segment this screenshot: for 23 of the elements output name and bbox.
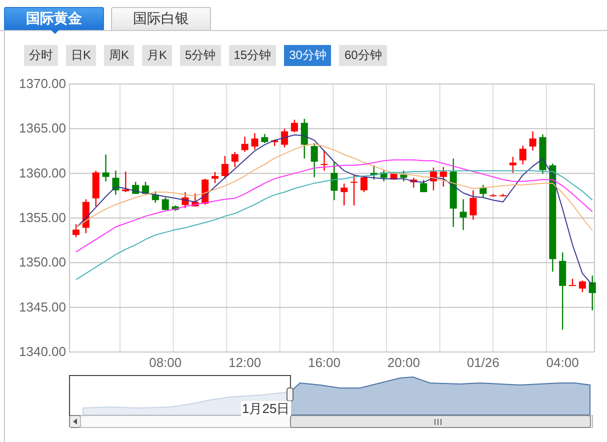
axis-label: 1345.00 [19, 299, 66, 314]
period-button[interactable]: 日K [66, 45, 96, 66]
axis-label: 20:00 [387, 355, 420, 370]
axis-label: 08:00 [149, 355, 182, 370]
axis-label: 1340.00 [19, 344, 66, 359]
axis-label: 01/26 [466, 355, 500, 370]
period-button[interactable]: 分时 [24, 45, 58, 66]
period-button[interactable]: 15分钟 [228, 45, 276, 66]
date-label: 1月25日 [241, 401, 291, 416]
axis-label: 04:00 [546, 355, 579, 370]
axis-label: 1360.00 [19, 165, 66, 180]
period-button[interactable]: 5分钟 [180, 45, 221, 66]
axis-label: 1370.00 [19, 76, 66, 91]
period-button[interactable]: 周K [104, 45, 134, 66]
axis-label: 1355.00 [19, 210, 66, 225]
axis-label: 12:00 [228, 355, 262, 370]
period-button[interactable]: 30分钟 [284, 45, 332, 66]
market-tab[interactable]: 国际白银 [111, 7, 211, 30]
axis-label: 1350.00 [19, 254, 66, 270]
period-button[interactable]: 60分钟 [339, 45, 387, 66]
period-button[interactable]: 月K [142, 45, 172, 66]
axis-label: 1365.00 [19, 120, 66, 136]
axis-label: 16:00 [308, 355, 341, 370]
